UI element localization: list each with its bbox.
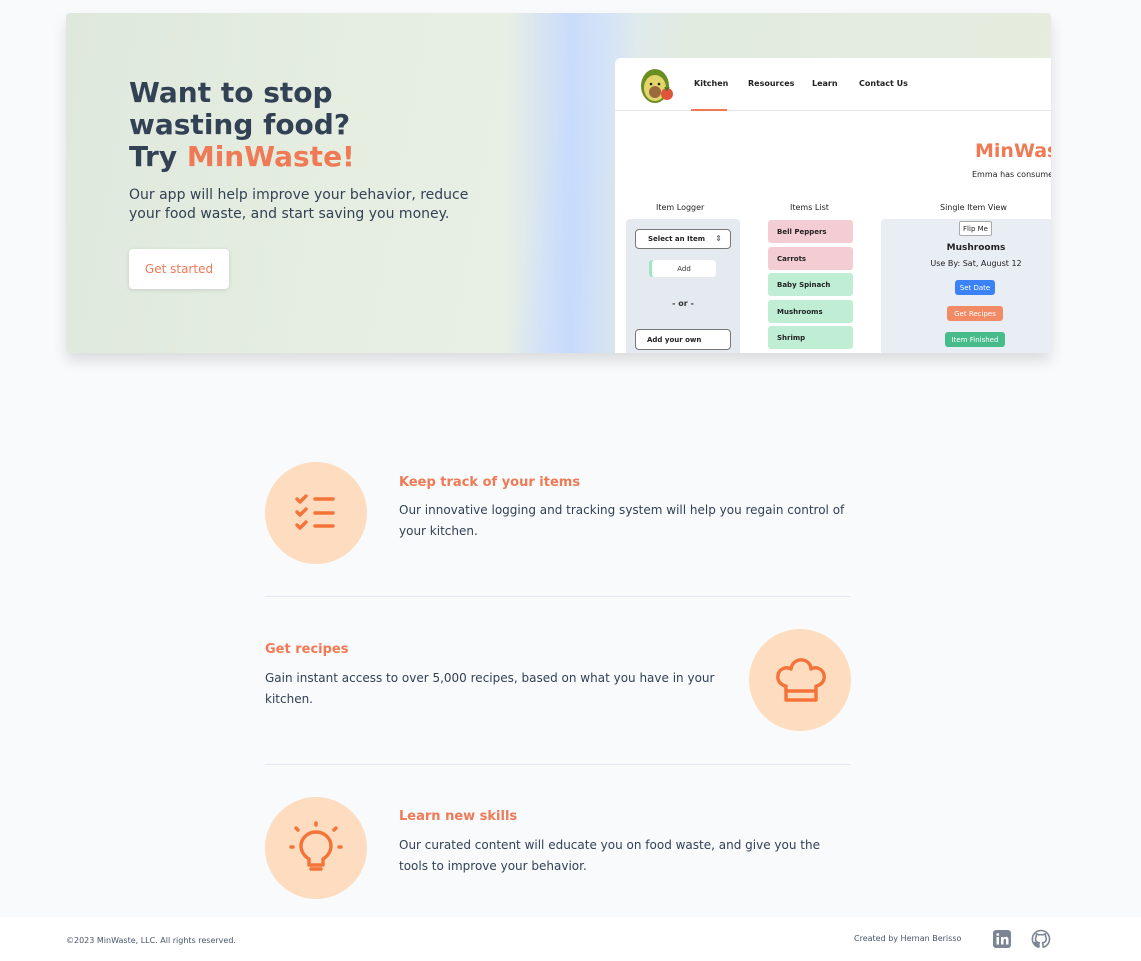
- get-recipes-button: Get Recipes: [947, 306, 1003, 321]
- hero-title-line: Want to stop wasting food?: [129, 76, 351, 141]
- list-item: Carrots: [768, 247, 853, 270]
- feature-title-track: Keep track of your items: [399, 475, 581, 490]
- hero-section: Want to stop wasting food? Try MinWaste!…: [66, 13, 1051, 353]
- feature-divider: [265, 596, 851, 597]
- select-item-label: Select an Item: [648, 235, 706, 243]
- github-icon[interactable]: [1031, 929, 1051, 949]
- list-item: Mushrooms: [768, 300, 853, 323]
- footer: ©2023 MinWaste, LLC. All rights reserved…: [0, 917, 1141, 961]
- copyright-text: ©2023 MinWaste, LLC. All rights reserved…: [66, 936, 236, 945]
- app-nav-resources: Resources: [748, 79, 795, 88]
- app-nav-contact: Contact Us: [859, 79, 908, 88]
- select-chevron-icon: ⇕: [715, 234, 722, 243]
- checklist-icon-circle: [265, 462, 367, 564]
- list-item: Baby Spinach: [768, 273, 853, 296]
- checklist-icon: [295, 494, 335, 530]
- select-item-dropdown: Select an Item ⇕: [635, 229, 731, 249]
- hero-title: Want to stop wasting food? Try MinWaste!: [129, 77, 459, 173]
- hero-title-brand: MinWaste!: [186, 140, 355, 173]
- items-list-panel: Bell Peppers Carrots Baby Spinach Mushro…: [768, 219, 853, 353]
- single-item-date: Use By: Sat, August 12: [930, 259, 1022, 268]
- get-started-button[interactable]: Get started: [129, 249, 229, 289]
- or-separator: - or -: [672, 299, 694, 308]
- item-logger-title: Item Logger: [656, 203, 705, 212]
- item-finished-button: Item Finished: [945, 332, 1005, 347]
- lightbulb-icon: [289, 821, 343, 871]
- single-item-view-title: Single Item View: [940, 203, 1007, 212]
- app-preview: Kitchen Resources Learn Contact Us MinWa…: [615, 58, 1051, 353]
- app-preview-brand: MinWaste: [975, 140, 1051, 162]
- add-own-input: Add your own: [635, 329, 731, 350]
- flip-me-button: Flip Me: [959, 221, 992, 236]
- chef-hat-icon: [776, 658, 826, 702]
- app-nav-active-indicator: [691, 109, 727, 111]
- single-item-name: Mushrooms: [946, 243, 1006, 253]
- app-nav-kitchen: Kitchen: [694, 79, 729, 88]
- single-item-panel: Flip Me Mushrooms Use By: Sat, August 12…: [881, 219, 1051, 353]
- items-list-title: Items List: [790, 203, 829, 212]
- feature-divider: [265, 764, 851, 765]
- feature-body-recipes: Gain instant access to over 5,000 recipe…: [265, 671, 715, 706]
- app-preview-consumed-text: Emma has consumed: [972, 170, 1051, 179]
- credit-text: Created by Hernan Berisso: [854, 934, 962, 943]
- set-date-button: Set Date: [955, 280, 995, 295]
- feature-title-skills: Learn new skills: [399, 809, 518, 824]
- feature-body-track: Our innovative logging and tracking syst…: [399, 503, 845, 538]
- feature-body-skills: Our curated content will educate you on …: [399, 838, 820, 873]
- list-item: Shrimp: [768, 326, 853, 349]
- lightbulb-icon-circle: [265, 797, 367, 899]
- add-item-button: Add: [652, 260, 716, 277]
- feature-title-recipes: Get recipes: [265, 642, 349, 657]
- hero-subtitle: Our app will help improve your behavior,…: [129, 187, 469, 222]
- list-item: Bell Peppers: [768, 220, 853, 243]
- app-preview-navbar: Kitchen Resources Learn Contact Us: [615, 58, 1051, 111]
- chef-hat-icon-circle: [749, 629, 851, 731]
- item-logger-panel: Select an Item ⇕ Add - or - Add your own: [626, 219, 740, 353]
- linkedin-icon[interactable]: [992, 929, 1012, 949]
- avocado-logo-icon: [641, 69, 673, 103]
- app-nav-learn: Learn: [812, 79, 838, 88]
- hero-title-try: Try: [129, 140, 187, 173]
